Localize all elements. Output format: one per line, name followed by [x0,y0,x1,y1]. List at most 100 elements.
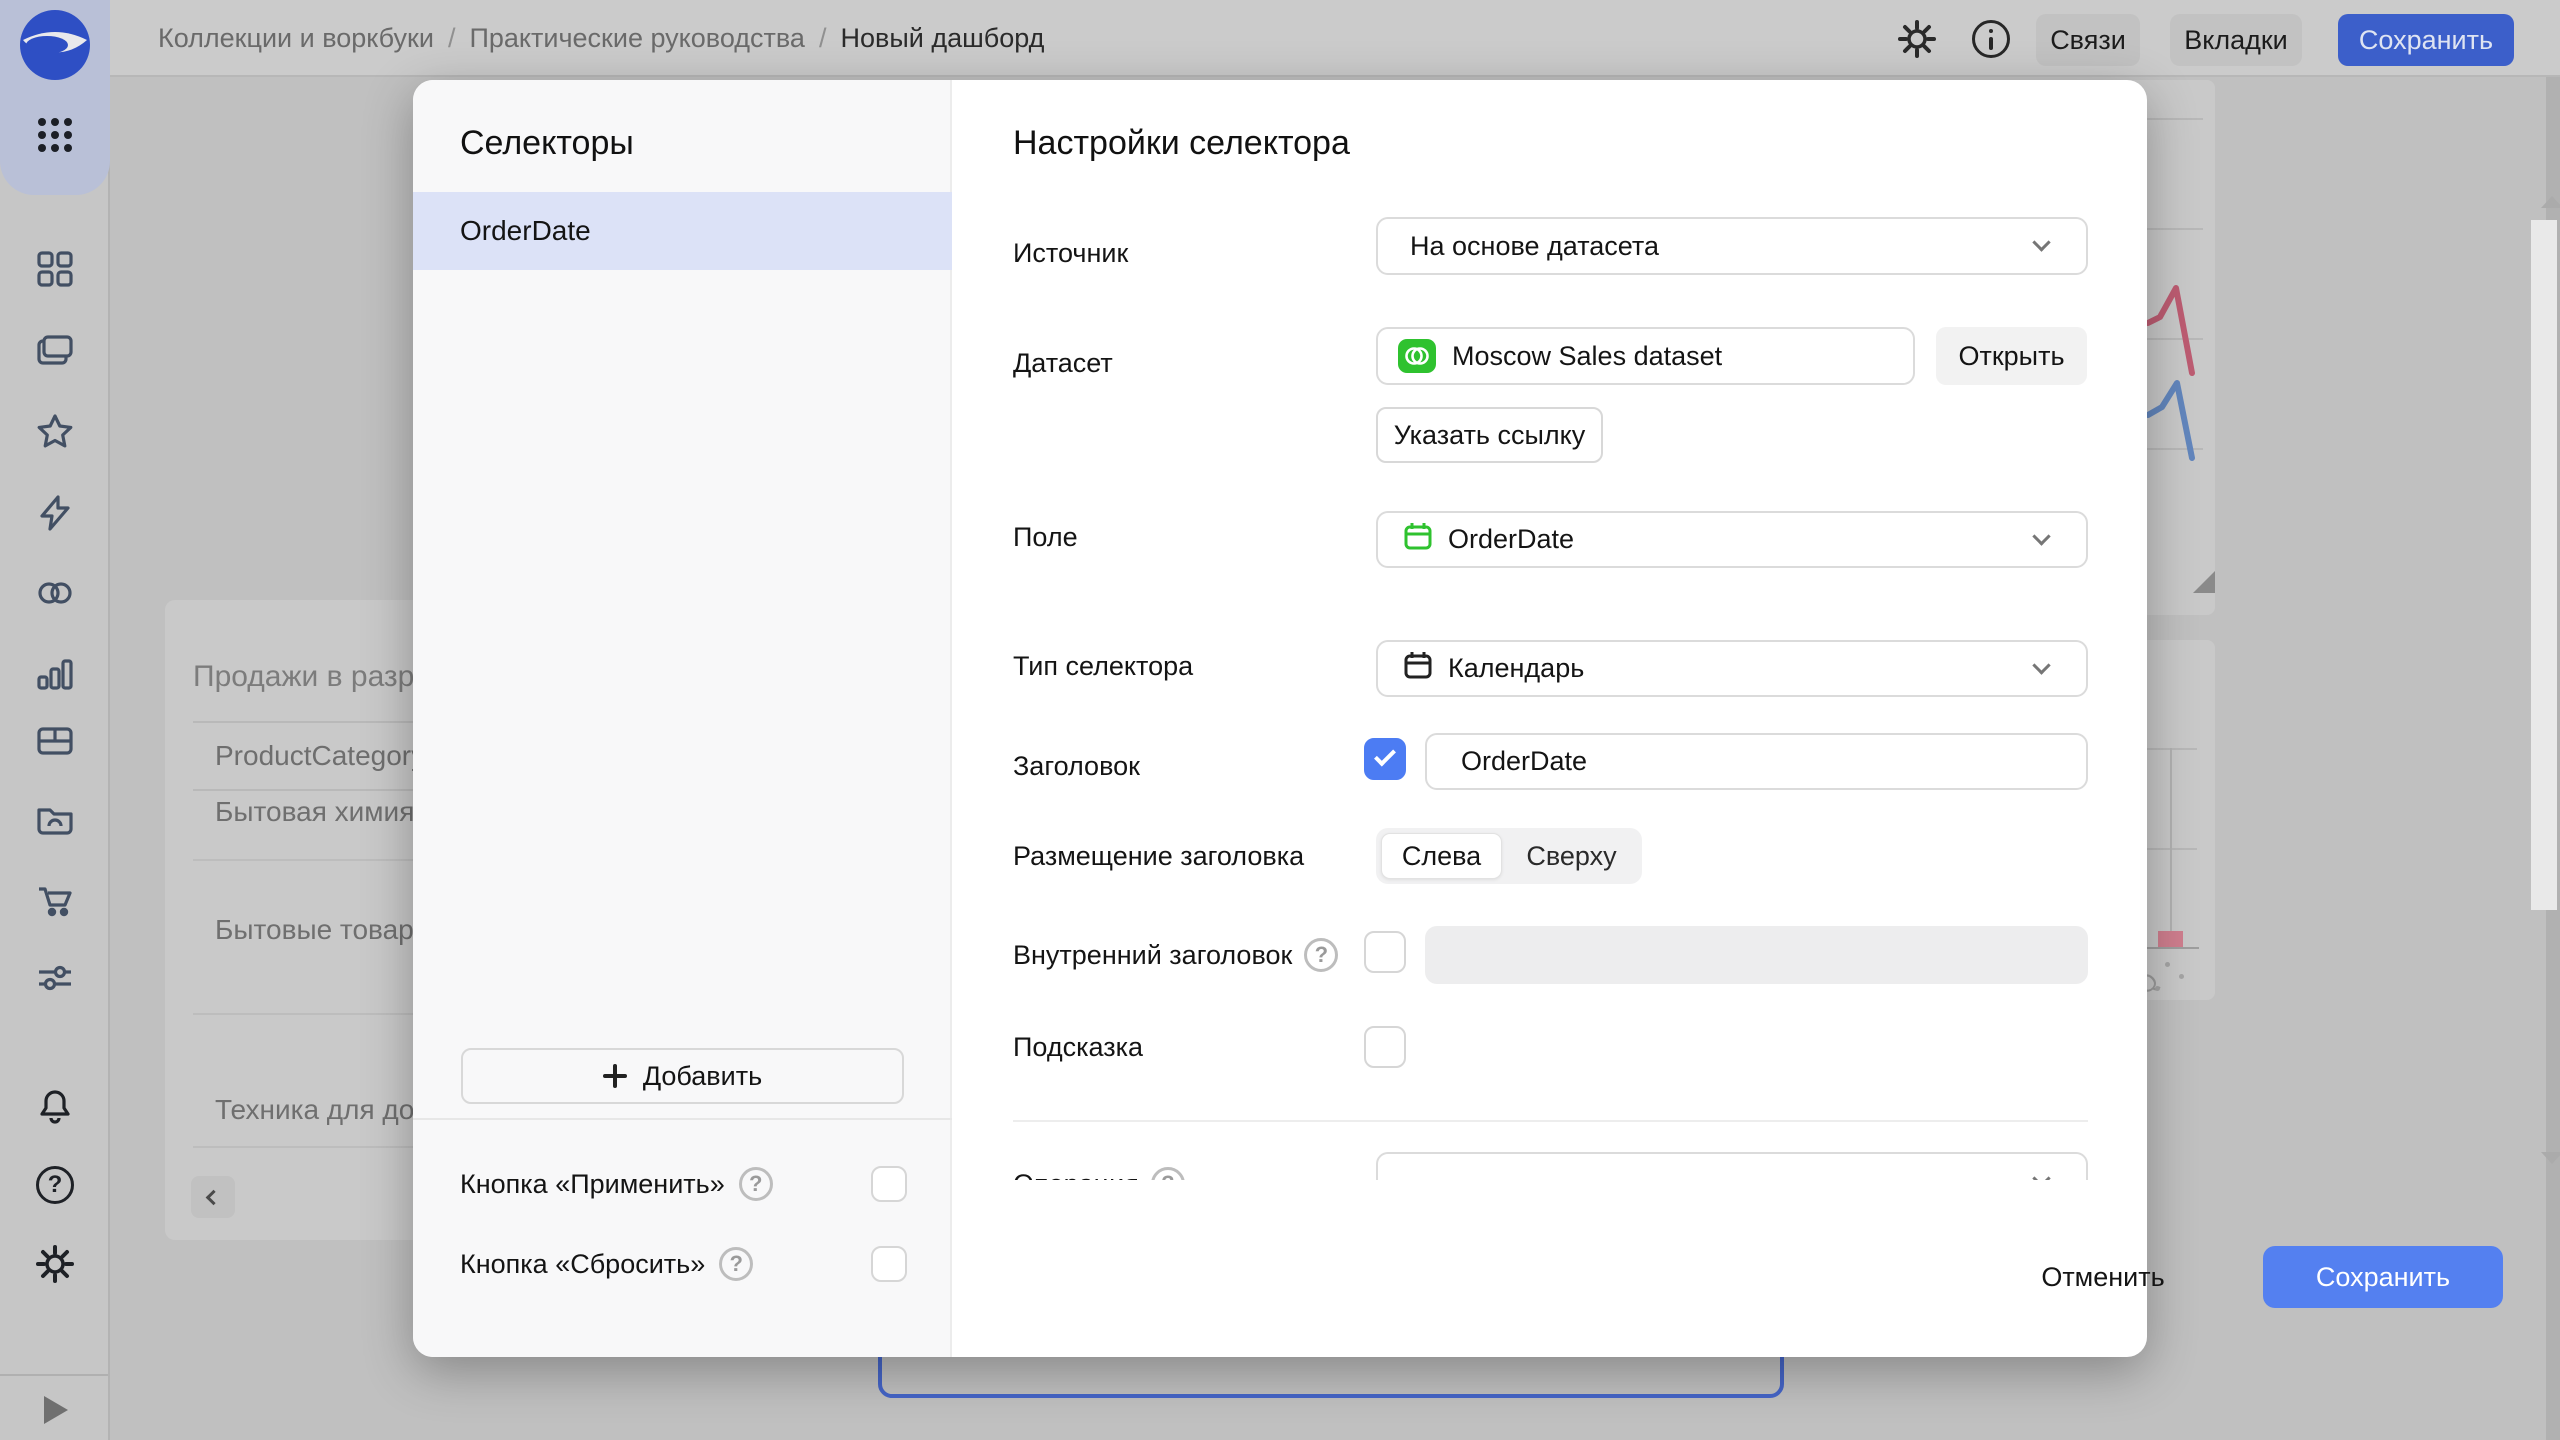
segment-top[interactable]: Сверху [1506,833,1637,879]
help-icon[interactable]: ? [739,1167,773,1201]
add-selector-button[interactable]: Добавить [461,1048,904,1104]
operation-select[interactable] [1376,1152,2088,1180]
cancel-button-label: Отменить [2041,1262,2164,1293]
sidebar: ? [0,0,110,1440]
dataset-label-text: Датасет [1013,348,1113,379]
panel-scroll-up-arrow[interactable] [2541,196,2560,208]
settings-panel-title: Настройки селектора [1013,124,1350,163]
sidebar-item-notifications[interactable] [36,1088,74,1126]
table-row: Техника для дом [215,1094,434,1126]
chevron-down-icon [2032,233,2050,251]
operation-row-clipped: Операция ? [1003,1128,2123,1180]
reset-button-checkbox[interactable] [871,1246,907,1282]
question-mark-glyph: ? [730,1251,743,1277]
selector-type-value: Календарь [1448,653,1584,684]
selectors-panel-title: Селекторы [460,124,634,163]
help-icon[interactable]: ? [1151,1167,1185,1180]
sidebar-item-quick-actions[interactable] [36,494,74,532]
segment-left-label: Слева [1402,841,1481,872]
selector-list-item[interactable]: OrderDate [413,192,952,270]
table-row: Бытовая химия [215,796,414,828]
sidebar-expand-icon[interactable] [44,1396,68,1424]
open-dataset-button[interactable]: Открыть [1936,327,2087,385]
field-label-text: Поле [1013,522,1078,553]
operation-label: Операция ? [1013,1164,1185,1180]
question-mark-glyph: ? [48,1171,63,1199]
apply-button-checkbox[interactable] [871,1166,907,1202]
selector-list-item-label: OrderDate [460,215,591,247]
widget-title: Продажи в разр [193,660,414,694]
cancel-button[interactable]: Отменить [2033,1254,2173,1300]
hint-checkbox[interactable] [1364,1026,1406,1068]
settings-panel: Настройки селектора Источник На основе д… [952,80,2147,1357]
open-dataset-label: Открыть [1958,341,2064,372]
links-button[interactable]: Связи [2036,14,2140,66]
sidebar-item-favorites[interactable] [36,413,74,451]
field-label: Поле [1013,517,1078,557]
bar-fragment [2158,931,2183,947]
sidebar-item-help[interactable]: ? [36,1166,74,1204]
question-mark-glyph: ? [749,1171,762,1197]
breadcrumb-item[interactable]: Практические руководства [469,23,804,54]
sidebar-item-marketplace[interactable] [36,881,74,919]
apply-button-label: Кнопка «Применить» [460,1169,725,1200]
panel-scroll-down-arrow[interactable] [2541,1152,2560,1164]
calendar-icon-green [1402,520,1434,559]
heading-label-text: Заголовок [1013,751,1140,782]
sidebar-item-settings[interactable] [36,1245,74,1283]
hint-label-text: Подсказка [1013,1032,1143,1063]
chevron-down-icon [2032,1169,2050,1180]
operation-label-text: Операция [1013,1169,1139,1181]
field-select[interactable]: OrderDate [1376,511,2088,568]
sidebar-item-dashboards[interactable] [36,722,74,760]
settings-gear-icon[interactable] [1898,20,1936,58]
inner-heading-checkbox[interactable] [1364,931,1406,973]
field-select-value: OrderDate [1448,524,1574,555]
inner-heading-input-disabled[interactable] [1425,926,2088,984]
breadcrumb-separator: / [448,23,456,54]
chevron-down-icon [2032,527,2050,545]
heading-position-label-text: Размещение заголовка [1013,841,1304,872]
selector-type-select[interactable]: Календарь [1376,640,2088,697]
table-pager-button[interactable] [191,1176,235,1218]
segment-left[interactable]: Слева [1381,833,1502,879]
save-dashboard-button[interactable]: Сохранить [2338,14,2514,66]
save-selector-button[interactable]: Сохранить [2263,1246,2503,1308]
sidebar-item-services[interactable] [36,959,74,997]
sidebar-item-connections[interactable] [36,574,74,612]
sidebar-item-collections[interactable] [36,331,74,369]
tabs-button[interactable]: Вкладки [2170,14,2302,66]
reset-button-label: Кнопка «Сбросить» [460,1249,705,1280]
source-select[interactable]: На основе датасета [1376,217,2088,275]
sidebar-item-charts[interactable] [36,656,74,694]
heading-input[interactable]: OrderDate [1425,733,2088,790]
dataset-select-value: Moscow Sales dataset [1452,341,1722,372]
info-icon[interactable] [1972,20,2010,58]
specify-link-label: Указать ссылку [1394,420,1586,451]
breadcrumb: Коллекции и воркбуки / Практические руко… [158,0,1044,77]
line-series-fragment [2147,190,2215,480]
selector-type-label: Тип селектора [1013,646,1193,686]
sidebar-item-widgets[interactable] [36,250,74,288]
heading-input-value: OrderDate [1461,746,1587,777]
table-column-header: ProductCategory [215,740,425,772]
screen: Коллекции и воркбуки / Практические руко… [0,0,2560,1440]
breadcrumb-item[interactable]: Коллекции и воркбуки [158,23,434,54]
source-label-text: Источник [1013,238,1128,269]
hint-label: Подсказка [1013,1027,1143,1067]
sidebar-item-storage[interactable] [36,800,74,838]
add-selector-label: Добавить [643,1061,762,1092]
dataset-select[interactable]: Moscow Sales dataset [1376,327,1915,385]
help-icon[interactable]: ? [719,1247,753,1281]
heading-position-segmented: Слева Сверху [1376,828,1642,884]
specify-link-button[interactable]: Указать ссылку [1376,407,1603,463]
datalens-logo[interactable] [18,8,92,82]
save-selector-label: Сохранить [2316,1262,2450,1293]
apply-button-row: Кнопка «Применить» ? [460,1162,920,1206]
apps-grid-icon[interactable] [36,116,74,154]
panel-scrollbar-thumb[interactable] [2531,220,2557,910]
calendar-icon [1402,649,1434,688]
resize-handle-icon[interactable] [2193,571,2215,593]
heading-checkbox[interactable] [1364,738,1406,780]
help-icon[interactable]: ? [1304,938,1338,972]
